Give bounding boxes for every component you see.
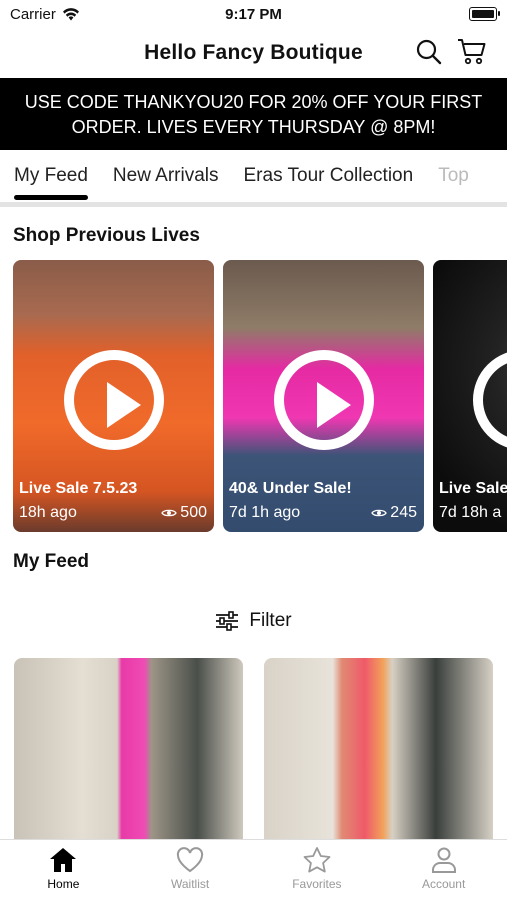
category-tabs: My Feed New Arrivals Eras Tour Collectio… bbox=[0, 150, 507, 202]
live-card[interactable]: Live Sale 7.5.23 18h ago 500 bbox=[13, 260, 214, 532]
live-age: 18h ago bbox=[19, 504, 77, 521]
battery-icon bbox=[469, 7, 500, 21]
tabbar-favorites[interactable]: Favorites bbox=[254, 840, 381, 900]
app-header: Hello Fancy Boutique bbox=[0, 28, 507, 78]
tabbar-label: Waitlist bbox=[171, 877, 210, 891]
bottom-tab-bar: Home Waitlist Favorites Account bbox=[0, 839, 507, 900]
filter-button[interactable]: Filter bbox=[0, 603, 507, 639]
tab-eras-tour-collection[interactable]: Eras Tour Collection bbox=[244, 150, 414, 202]
carrier-label: Carrier bbox=[10, 5, 56, 23]
status-left: Carrier bbox=[10, 6, 80, 23]
feed-section-title: My Feed bbox=[13, 551, 90, 572]
live-views: 500 bbox=[161, 504, 207, 522]
live-view-count: 245 bbox=[390, 504, 417, 521]
live-title: 40& Under Sale! bbox=[229, 480, 352, 497]
wifi-icon bbox=[62, 7, 79, 20]
feed-product-card[interactable] bbox=[14, 658, 243, 848]
tab-new-arrivals[interactable]: New Arrivals bbox=[113, 150, 219, 202]
live-meta: 18h ago 500 bbox=[19, 504, 207, 522]
live-title: Live Sale 7.5.23 bbox=[19, 480, 138, 497]
eye-icon bbox=[371, 509, 388, 517]
person-icon bbox=[431, 847, 456, 873]
play-icon[interactable] bbox=[273, 350, 374, 450]
live-age: 7d 1h ago bbox=[229, 504, 301, 521]
play-icon[interactable] bbox=[63, 350, 164, 450]
live-meta: 7d 1h ago 245 bbox=[229, 504, 417, 522]
lives-section-title: Shop Previous Lives bbox=[13, 225, 200, 246]
feed-grid bbox=[0, 658, 507, 848]
tabbar-label: Account bbox=[421, 877, 466, 891]
eye-icon bbox=[161, 509, 178, 517]
header-actions bbox=[415, 38, 487, 66]
live-title: Live Sale bbox=[439, 480, 507, 497]
star-icon bbox=[303, 847, 331, 873]
status-bar: Carrier 9:17 PM bbox=[0, 0, 507, 28]
promo-banner: USE CODE THANKYOU20 FOR 20% OFF YOUR FIR… bbox=[0, 78, 507, 150]
feed-product-card[interactable] bbox=[264, 658, 493, 848]
filter-sliders-icon bbox=[216, 611, 239, 631]
promo-text: USE CODE THANKYOU20 FOR 20% OFF YOUR FIR… bbox=[24, 92, 483, 137]
tabbar-home[interactable]: Home bbox=[0, 840, 127, 900]
cart-icon[interactable] bbox=[457, 38, 487, 66]
tabbar-account[interactable]: Account bbox=[380, 840, 507, 900]
live-age: 7d 18h a bbox=[439, 504, 502, 521]
live-card[interactable]: 40& Under Sale! 7d 1h ago 245 bbox=[223, 260, 424, 532]
live-view-count: 500 bbox=[180, 504, 207, 521]
tab-my-feed[interactable]: My Feed bbox=[14, 150, 88, 202]
tab-top[interactable]: Top bbox=[438, 150, 469, 202]
live-views: 245 bbox=[371, 504, 417, 522]
lives-carousel[interactable]: Live Sale 7.5.23 18h ago 500 40& Under S… bbox=[0, 260, 507, 538]
tabbar-label: Home bbox=[47, 877, 80, 891]
live-card[interactable]: Live Sale 7d 18h a bbox=[433, 260, 507, 532]
tabbar-label: Favorites bbox=[292, 877, 342, 891]
tabbar-waitlist[interactable]: Waitlist bbox=[127, 840, 254, 900]
live-meta: 7d 18h a bbox=[439, 504, 507, 522]
store-title: Hello Fancy Boutique bbox=[144, 41, 363, 64]
home-icon bbox=[50, 848, 77, 872]
play-icon[interactable] bbox=[473, 350, 507, 450]
search-icon[interactable] bbox=[415, 38, 443, 66]
filter-label: Filter bbox=[249, 610, 292, 631]
heart-icon bbox=[177, 847, 204, 873]
